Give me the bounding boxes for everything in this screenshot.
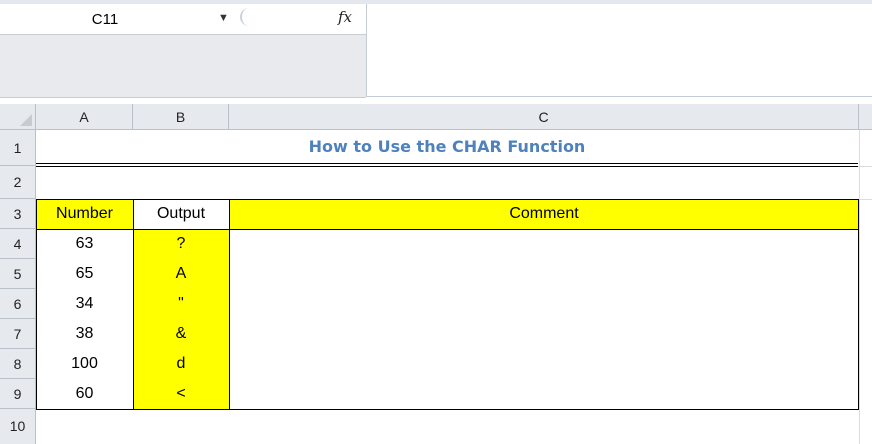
insert-function-icon[interactable]: fx	[338, 8, 352, 26]
row-header-2[interactable]: 2	[0, 166, 36, 199]
row-header-5[interactable]: 5	[0, 259, 36, 289]
gridline	[859, 130, 860, 444]
row-header-6[interactable]: 6	[0, 289, 36, 319]
row-header-9[interactable]: 9	[0, 379, 36, 409]
formula-bar-expanded-space	[0, 35, 366, 98]
sheet-title[interactable]: How to Use the CHAR Function	[36, 130, 858, 166]
column-header-b[interactable]: B	[133, 104, 229, 130]
column-divider	[133, 199, 134, 410]
double-underline-bottom	[36, 166, 858, 167]
column-divider	[229, 199, 230, 410]
header-divider	[36, 229, 859, 230]
name-box[interactable]: C11 ▼	[0, 4, 236, 35]
spreadsheet-grid[interactable]: A B C 1 2 3 4 5 6 7 8 9 10 How to Use th…	[0, 104, 872, 444]
formula-bar-area: C11 ▼ fx	[0, 0, 872, 98]
row-header-4[interactable]: 4	[0, 229, 36, 259]
column-header-c[interactable]: C	[229, 104, 859, 130]
row-header-3[interactable]: 3	[0, 199, 36, 229]
name-box-value[interactable]: C11	[0, 11, 210, 28]
double-underline-top	[36, 163, 858, 164]
select-all-corner[interactable]	[0, 104, 36, 130]
resize-grip-icon[interactable]	[240, 8, 256, 26]
table-border	[36, 199, 859, 410]
column-header-a[interactable]: A	[36, 104, 133, 130]
row-header-8[interactable]: 8	[0, 349, 36, 379]
row-header-1[interactable]: 1	[0, 130, 36, 166]
row-header-10[interactable]: 10	[0, 409, 36, 444]
chevron-down-icon[interactable]: ▼	[218, 12, 229, 24]
row-header-7[interactable]: 7	[0, 319, 36, 349]
formula-controls: fx	[236, 4, 366, 35]
column-header-d[interactable]	[859, 104, 872, 130]
formula-input[interactable]	[366, 4, 872, 97]
